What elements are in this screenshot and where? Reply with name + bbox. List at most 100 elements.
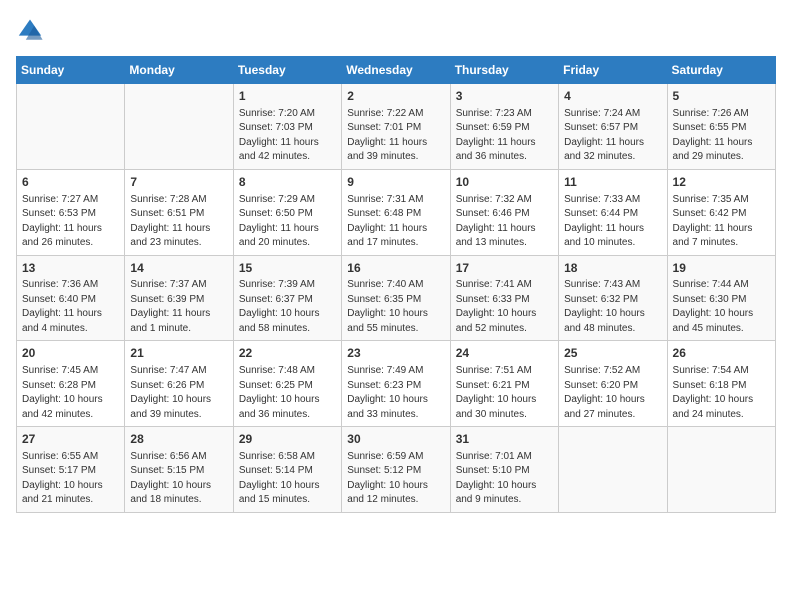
day-info: Sunrise: 7:29 AM Sunset: 6:50 PM Dayligh… [239, 193, 336, 251]
day-number: 13 [22, 260, 119, 277]
calendar-week-row: 13Sunrise: 7:36 AM Sunset: 6:40 PM Dayli… [17, 255, 776, 341]
day-info: Sunrise: 6:58 AM Sunset: 5:14 PM Dayligh… [239, 450, 336, 508]
weekday-header-saturday: Saturday [667, 57, 775, 84]
calendar-cell [559, 427, 667, 513]
calendar-cell: 15Sunrise: 7:39 AM Sunset: 6:37 PM Dayli… [233, 255, 341, 341]
day-number: 14 [130, 260, 227, 277]
day-number: 5 [673, 88, 770, 105]
day-info: Sunrise: 7:23 AM Sunset: 6:59 PM Dayligh… [456, 107, 553, 165]
day-number: 22 [239, 345, 336, 362]
day-info: Sunrise: 7:31 AM Sunset: 6:48 PM Dayligh… [347, 193, 444, 251]
day-info: Sunrise: 7:40 AM Sunset: 6:35 PM Dayligh… [347, 278, 444, 336]
day-number: 9 [347, 174, 444, 191]
calendar-cell: 27 Sunrise: 6:55 AM Sunset: 5:17 PM Dayli… [17, 427, 125, 513]
day-number: 1 [239, 88, 336, 105]
day-number: 18 [564, 260, 661, 277]
calendar-cell: 4 Sunrise: 7:24 AM Sunset: 6:57 PM Daylig… [559, 84, 667, 170]
calendar-cell: 10Sunrise: 7:32 AM Sunset: 6:46 PM Dayli… [450, 169, 558, 255]
calendar-cell: 16Sunrise: 7:40 AM Sunset: 6:35 PM Dayli… [342, 255, 450, 341]
calendar-cell [17, 84, 125, 170]
day-number: 31 [456, 431, 553, 448]
day-info: Sunrise: 7:24 AM Sunset: 6:57 PM Dayligh… [564, 107, 661, 165]
day-info: Sunrise: 6:59 AM Sunset: 5:12 PM Dayligh… [347, 450, 444, 508]
day-number: 7 [130, 174, 227, 191]
logo [16, 16, 48, 44]
calendar-week-row: 1Sunrise: 7:20 AM Sunset: 7:03 PM Daylig… [17, 84, 776, 170]
day-info: Sunrise: 7:48 AM Sunset: 6:25 PM Dayligh… [239, 364, 336, 422]
calendar-cell: 21Sunrise: 7:47 AM Sunset: 6:26 PM Dayli… [125, 341, 233, 427]
calendar-week-row: 20 Sunrise: 7:45 AM Sunset: 6:28 PM Dayli… [17, 341, 776, 427]
weekday-header-sunday: Sunday [17, 57, 125, 84]
calendar-cell: 11 Sunrise: 7:33 AM Sunset: 6:44 PM Dayli… [559, 169, 667, 255]
calendar-cell: 20 Sunrise: 7:45 AM Sunset: 6:28 PM Dayli… [17, 341, 125, 427]
day-number: 11 [564, 174, 661, 191]
weekday-header-wednesday: Wednesday [342, 57, 450, 84]
logo-icon [16, 16, 44, 44]
day-number: 15 [239, 260, 336, 277]
calendar-cell: 22 Sunrise: 7:48 AM Sunset: 6:25 PM Dayli… [233, 341, 341, 427]
day-number: 28 [130, 431, 227, 448]
calendar-cell: 14Sunrise: 7:37 AM Sunset: 6:39 PM Dayli… [125, 255, 233, 341]
calendar-cell: 18Sunrise: 7:43 AM Sunset: 6:32 PM Dayli… [559, 255, 667, 341]
calendar-cell: 13Sunrise: 7:36 AM Sunset: 6:40 PM Dayli… [17, 255, 125, 341]
calendar-cell: 26Sunrise: 7:54 AM Sunset: 6:18 PM Dayli… [667, 341, 775, 427]
calendar-cell: 25Sunrise: 7:52 AM Sunset: 6:20 PM Dayli… [559, 341, 667, 427]
day-info: Sunrise: 7:35 AM Sunset: 6:42 PM Dayligh… [673, 193, 770, 251]
day-info: Sunrise: 7:45 AM Sunset: 6:28 PM Dayligh… [22, 364, 119, 422]
calendar-cell: 2Sunrise: 7:22 AM Sunset: 7:01 PM Daylig… [342, 84, 450, 170]
weekday-header-tuesday: Tuesday [233, 57, 341, 84]
day-number: 25 [564, 345, 661, 362]
day-number: 12 [673, 174, 770, 191]
day-number: 29 [239, 431, 336, 448]
calendar-body: 1Sunrise: 7:20 AM Sunset: 7:03 PM Daylig… [17, 84, 776, 513]
weekday-header-thursday: Thursday [450, 57, 558, 84]
weekday-header-row: SundayMondayTuesdayWednesdayThursdayFrid… [17, 57, 776, 84]
day-info: Sunrise: 7:22 AM Sunset: 7:01 PM Dayligh… [347, 107, 444, 165]
calendar-cell [125, 84, 233, 170]
calendar-header: SundayMondayTuesdayWednesdayThursdayFrid… [17, 57, 776, 84]
day-number: 17 [456, 260, 553, 277]
weekday-header-monday: Monday [125, 57, 233, 84]
day-info: Sunrise: 7:43 AM Sunset: 6:32 PM Dayligh… [564, 278, 661, 336]
calendar-week-row: 6 Sunrise: 7:27 AM Sunset: 6:53 PM Daylig… [17, 169, 776, 255]
day-number: 24 [456, 345, 553, 362]
calendar-cell: 28Sunrise: 6:56 AM Sunset: 5:15 PM Dayli… [125, 427, 233, 513]
calendar-cell: 31Sunrise: 7:01 AM Sunset: 5:10 PM Dayli… [450, 427, 558, 513]
calendar-cell: 7 Sunrise: 7:28 AM Sunset: 6:51 PM Daylig… [125, 169, 233, 255]
weekday-header-friday: Friday [559, 57, 667, 84]
calendar-table: SundayMondayTuesdayWednesdayThursdayFrid… [16, 56, 776, 513]
calendar-cell: 17Sunrise: 7:41 AM Sunset: 6:33 PM Dayli… [450, 255, 558, 341]
day-number: 4 [564, 88, 661, 105]
day-number: 10 [456, 174, 553, 191]
day-number: 16 [347, 260, 444, 277]
day-info: Sunrise: 7:51 AM Sunset: 6:21 PM Dayligh… [456, 364, 553, 422]
calendar-cell: 12 Sunrise: 7:35 AM Sunset: 6:42 PM Dayli… [667, 169, 775, 255]
day-info: Sunrise: 7:26 AM Sunset: 6:55 PM Dayligh… [673, 107, 770, 165]
day-number: 8 [239, 174, 336, 191]
calendar-week-row: 27 Sunrise: 6:55 AM Sunset: 5:17 PM Dayli… [17, 427, 776, 513]
calendar-cell: 5 Sunrise: 7:26 AM Sunset: 6:55 PM Daylig… [667, 84, 775, 170]
day-info: Sunrise: 7:37 AM Sunset: 6:39 PM Dayligh… [130, 278, 227, 336]
day-info: Sunrise: 7:47 AM Sunset: 6:26 PM Dayligh… [130, 364, 227, 422]
calendar-cell: 24 Sunrise: 7:51 AM Sunset: 6:21 PM Dayli… [450, 341, 558, 427]
calendar-cell: 19Sunrise: 7:44 AM Sunset: 6:30 PM Dayli… [667, 255, 775, 341]
calendar-cell: 30 Sunrise: 6:59 AM Sunset: 5:12 PM Dayli… [342, 427, 450, 513]
calendar-cell: 29 Sunrise: 6:58 AM Sunset: 5:14 PM Dayli… [233, 427, 341, 513]
day-info: Sunrise: 7:33 AM Sunset: 6:44 PM Dayligh… [564, 193, 661, 251]
day-number: 27 [22, 431, 119, 448]
day-info: Sunrise: 7:36 AM Sunset: 6:40 PM Dayligh… [22, 278, 119, 336]
day-info: Sunrise: 7:27 AM Sunset: 6:53 PM Dayligh… [22, 193, 119, 251]
day-number: 20 [22, 345, 119, 362]
day-number: 30 [347, 431, 444, 448]
calendar-cell [667, 427, 775, 513]
day-info: Sunrise: 7:44 AM Sunset: 6:30 PM Dayligh… [673, 278, 770, 336]
day-info: Sunrise: 6:55 AM Sunset: 5:17 PM Dayligh… [22, 450, 119, 508]
day-info: Sunrise: 7:28 AM Sunset: 6:51 PM Dayligh… [130, 193, 227, 251]
day-number: 23 [347, 345, 444, 362]
day-number: 6 [22, 174, 119, 191]
day-number: 3 [456, 88, 553, 105]
calendar-cell: 6 Sunrise: 7:27 AM Sunset: 6:53 PM Daylig… [17, 169, 125, 255]
calendar-cell: 9 Sunrise: 7:31 AM Sunset: 6:48 PM Daylig… [342, 169, 450, 255]
day-number: 19 [673, 260, 770, 277]
calendar-cell: 1Sunrise: 7:20 AM Sunset: 7:03 PM Daylig… [233, 84, 341, 170]
